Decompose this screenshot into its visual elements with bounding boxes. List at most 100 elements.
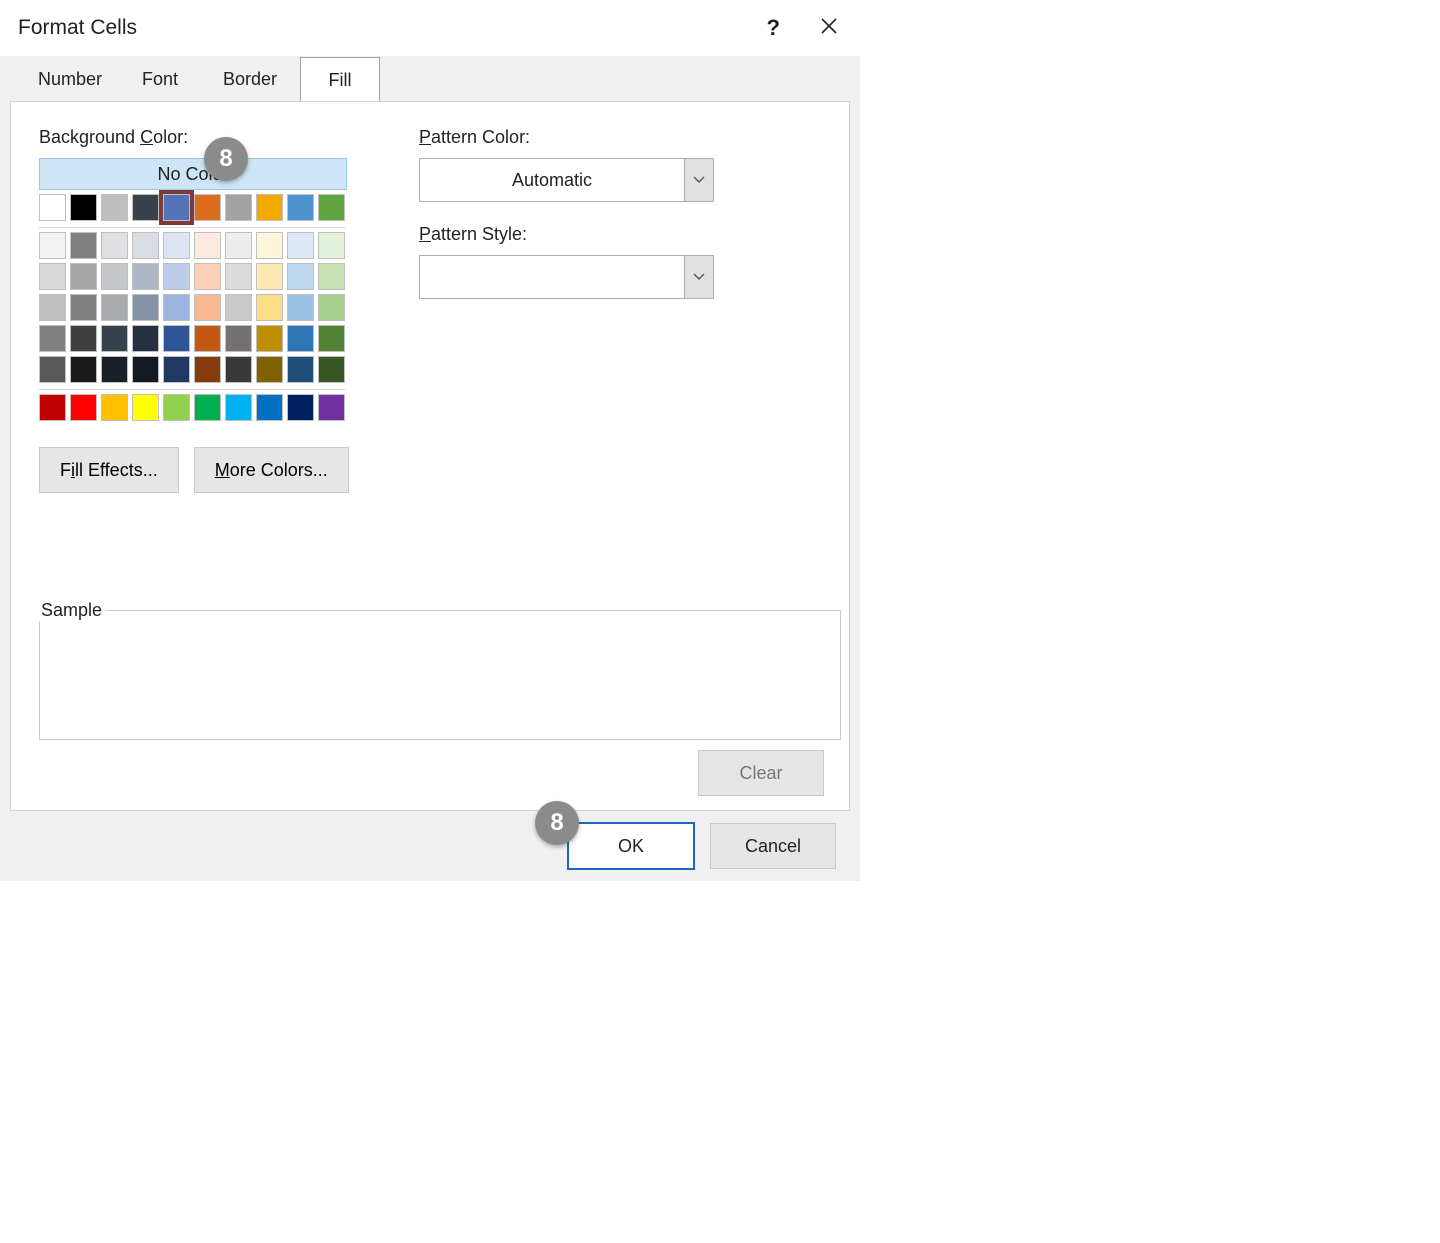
color-swatch[interactable] — [132, 263, 159, 290]
color-swatch[interactable] — [318, 356, 345, 383]
callout-badge-swatch: 8 — [204, 137, 248, 181]
pattern-style-label: Pattern Style: — [419, 224, 729, 245]
pattern-color-value: Automatic — [419, 158, 684, 202]
color-swatch[interactable] — [101, 356, 128, 383]
label-fragment: ll Effects... — [75, 460, 158, 481]
color-swatch[interactable] — [39, 356, 66, 383]
color-swatch[interactable] — [225, 263, 252, 290]
color-swatch[interactable] — [194, 194, 221, 221]
ok-button[interactable]: OK — [567, 822, 695, 870]
tab-fill[interactable]: Fill — [300, 57, 380, 101]
color-swatch[interactable] — [318, 263, 345, 290]
close-icon[interactable] — [820, 15, 838, 41]
color-swatch[interactable] — [163, 194, 190, 221]
color-swatch[interactable] — [163, 356, 190, 383]
color-swatch[interactable] — [194, 325, 221, 352]
color-swatch[interactable] — [225, 194, 252, 221]
color-swatch[interactable] — [132, 232, 159, 259]
color-swatch[interactable] — [39, 232, 66, 259]
color-swatch[interactable] — [39, 194, 66, 221]
color-swatch[interactable] — [70, 194, 97, 221]
color-swatch[interactable] — [163, 325, 190, 352]
color-swatch[interactable] — [225, 356, 252, 383]
color-swatch[interactable] — [256, 194, 283, 221]
color-swatch[interactable] — [194, 232, 221, 259]
color-swatch[interactable] — [256, 394, 283, 421]
color-swatch[interactable] — [318, 394, 345, 421]
color-swatch[interactable] — [70, 394, 97, 421]
color-swatch[interactable] — [287, 194, 314, 221]
color-swatch[interactable] — [70, 294, 97, 321]
help-icon[interactable]: ? — [767, 15, 780, 41]
color-swatch[interactable] — [70, 325, 97, 352]
color-swatch[interactable] — [256, 294, 283, 321]
color-swatch[interactable] — [318, 294, 345, 321]
no-color-button[interactable]: No Color 8 — [39, 158, 347, 190]
color-swatch[interactable] — [163, 394, 190, 421]
color-swatch[interactable] — [318, 325, 345, 352]
color-swatch[interactable] — [101, 232, 128, 259]
swatch-row-theme — [39, 194, 359, 221]
clear-label: Clear — [739, 763, 782, 784]
color-swatch[interactable] — [194, 356, 221, 383]
tab-number[interactable]: Number — [20, 57, 120, 101]
color-swatch[interactable] — [225, 294, 252, 321]
callout-number: 8 — [219, 144, 232, 174]
color-swatch[interactable] — [163, 263, 190, 290]
color-swatch[interactable] — [101, 294, 128, 321]
color-swatch[interactable] — [39, 294, 66, 321]
callout-badge-ok: 8 — [535, 801, 579, 845]
color-swatch[interactable] — [256, 263, 283, 290]
color-swatch[interactable] — [256, 232, 283, 259]
color-swatch[interactable] — [101, 394, 128, 421]
more-colors-button[interactable]: More Colors... — [194, 447, 349, 493]
color-swatch[interactable] — [225, 232, 252, 259]
color-swatch[interactable] — [70, 232, 97, 259]
color-swatch[interactable] — [287, 294, 314, 321]
pattern-color-dropdown[interactable]: Automatic — [419, 158, 714, 202]
color-swatch[interactable] — [194, 394, 221, 421]
color-swatch[interactable] — [256, 325, 283, 352]
color-swatch[interactable] — [287, 263, 314, 290]
swatch-row-tint-4 — [39, 356, 359, 383]
color-swatch[interactable] — [225, 325, 252, 352]
callout-number: 8 — [550, 809, 563, 837]
color-swatch[interactable] — [194, 294, 221, 321]
color-swatch[interactable] — [287, 356, 314, 383]
color-swatch[interactable] — [256, 356, 283, 383]
fill-effects-button[interactable]: Fill Effects... — [39, 447, 179, 493]
pattern-style-value — [419, 255, 684, 299]
color-swatch[interactable] — [70, 356, 97, 383]
color-swatch[interactable] — [101, 263, 128, 290]
color-swatch[interactable] — [132, 294, 159, 321]
accelerator: C — [140, 127, 153, 147]
color-swatch[interactable] — [101, 194, 128, 221]
color-swatch[interactable] — [225, 394, 252, 421]
pattern-style-dropdown[interactable] — [419, 255, 714, 299]
color-swatch[interactable] — [39, 263, 66, 290]
color-swatch[interactable] — [163, 232, 190, 259]
tab-border[interactable]: Border — [200, 57, 300, 101]
color-swatch[interactable] — [163, 294, 190, 321]
color-swatch[interactable] — [132, 394, 159, 421]
color-swatch[interactable] — [70, 263, 97, 290]
color-swatch[interactable] — [194, 263, 221, 290]
color-swatch[interactable] — [101, 325, 128, 352]
swatch-row-tint-3 — [39, 325, 359, 352]
color-swatch[interactable] — [132, 194, 159, 221]
clear-row: Clear — [698, 750, 824, 796]
color-swatch[interactable] — [132, 356, 159, 383]
format-cells-dialog: Format Cells ? Number Font Border Fill — [0, 0, 860, 881]
color-swatch[interactable] — [287, 232, 314, 259]
tab-font[interactable]: Font — [120, 57, 200, 101]
cancel-button[interactable]: Cancel — [710, 823, 836, 869]
color-swatch[interactable] — [132, 325, 159, 352]
accelerator: M — [215, 460, 230, 481]
color-swatch[interactable] — [318, 194, 345, 221]
color-swatch[interactable] — [39, 325, 66, 352]
color-swatch[interactable] — [287, 394, 314, 421]
clear-button[interactable]: Clear — [698, 750, 824, 796]
color-swatch[interactable] — [318, 232, 345, 259]
color-swatch[interactable] — [39, 394, 66, 421]
color-swatch[interactable] — [287, 325, 314, 352]
